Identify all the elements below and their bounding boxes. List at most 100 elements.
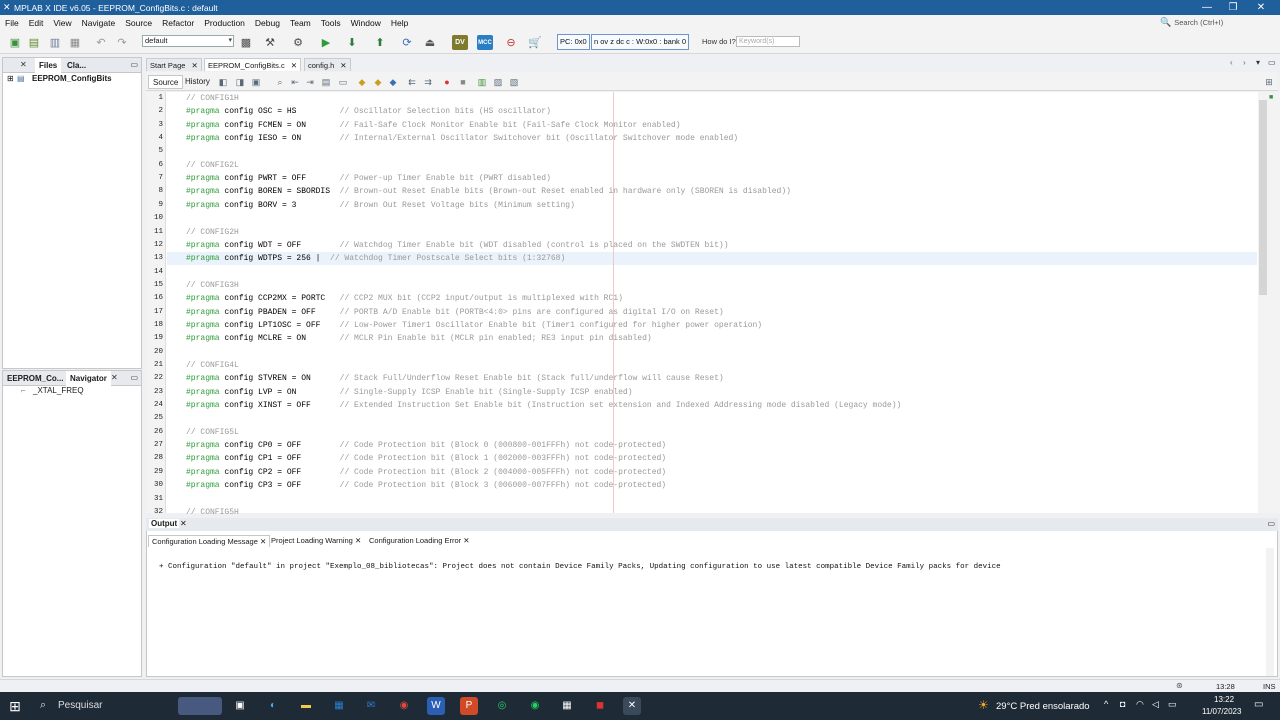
tab-history[interactable]: History (181, 75, 214, 89)
uncomment-icon[interactable]: ▧ (508, 76, 520, 88)
menu-item-edit[interactable]: Edit (24, 18, 49, 28)
wifi-icon[interactable]: ◠ (1136, 699, 1144, 710)
close-icon[interactable]: ✕ (20, 60, 27, 69)
menu-item-window[interactable]: Window (346, 18, 386, 28)
magnify-icon[interactable]: ⌕ (274, 76, 286, 88)
chevron-up-icon[interactable]: ^ (1104, 699, 1108, 709)
menu-item-navigate[interactable]: Navigate (77, 18, 121, 28)
dv-icon[interactable]: DV (452, 35, 468, 50)
menu-item-file[interactable]: File (0, 18, 24, 28)
output-scrollbar[interactable] (1266, 548, 1274, 676)
code-line[interactable]: #pragma config CP3 = OFF // Code Protect… (186, 479, 666, 492)
volume-icon[interactable]: ◁ (1152, 699, 1159, 710)
store-icon[interactable]: ▦ (330, 697, 348, 715)
next-bookmark-icon[interactable]: ◆ (372, 76, 384, 88)
new-file-icon[interactable]: ▤ (26, 35, 42, 50)
configuration-select[interactable]: default ▾ (142, 35, 234, 47)
chart-icon[interactable]: ▥ (476, 76, 488, 88)
powerpoint-icon[interactable]: P (460, 697, 478, 715)
whatsapp-icon[interactable]: ◎ (493, 697, 511, 715)
tab-config-loading-error[interactable]: Configuration Loading Error ✕ (366, 535, 473, 547)
mail-icon[interactable]: ✉ (362, 697, 380, 715)
clean-build-icon[interactable]: ⚙ (290, 35, 306, 50)
tab-start-page[interactable]: Start Page ✕ (146, 58, 202, 71)
code-line[interactable]: #pragma config CP2 = OFF // Code Protect… (186, 466, 666, 479)
code-line[interactable]: // CONFIG5L (186, 426, 239, 439)
chevron-left-icon[interactable]: ‹ (1230, 58, 1233, 67)
code-line[interactable]: #pragma config PBADEN = OFF // PORTB A/D… (186, 306, 724, 319)
tab-file-navigator[interactable]: EEPROM_Co... (3, 371, 67, 386)
code-line[interactable]: // CONFIG2H (186, 226, 239, 239)
chrome-icon[interactable]: ◉ (395, 697, 413, 715)
build-icon[interactable]: ⚒ (262, 35, 278, 50)
find-next-icon[interactable]: ⇥ (304, 76, 316, 88)
mplab-ipe-icon[interactable]: ◼ (591, 697, 609, 715)
windows-start-icon[interactable]: ⊞ (6, 697, 24, 715)
tab-project-loading-warning[interactable]: Project Loading Warning ✕ (268, 535, 364, 547)
code-line[interactable]: #pragma config XINST = OFF // Extended I… (186, 399, 901, 412)
back-icon[interactable]: ◨ (234, 76, 246, 88)
edge-icon[interactable]: ◐ (264, 697, 282, 715)
menu-item-view[interactable]: View (48, 18, 76, 28)
refresh-icon[interactable]: ⟳ (399, 35, 415, 50)
menu-item-tools[interactable]: Tools (316, 18, 346, 28)
save-all-icon[interactable]: ▦ (67, 35, 83, 50)
code-line[interactable]: #pragma config IESO = ON // Internal/Ext… (186, 132, 738, 145)
project-properties-icon[interactable]: ▩ (238, 35, 254, 50)
network-icon[interactable]: ◘ (1120, 699, 1125, 709)
code-line[interactable]: #pragma config LPT1OSC = OFF // Low-Powe… (186, 319, 762, 332)
tab-config-h[interactable]: config.h ✕ (304, 58, 351, 71)
code-line[interactable]: #pragma config FCMEN = ON // Fail-Safe C… (186, 119, 681, 132)
shift-right-icon[interactable]: ⇉ (422, 76, 434, 88)
search-icon[interactable]: ⌕ (40, 699, 46, 712)
mcc-icon[interactable]: MCC (477, 35, 493, 50)
cart-icon[interactable]: 🛒 (527, 35, 543, 50)
mplab-x-icon[interactable]: ✕ (623, 697, 641, 715)
code-line[interactable]: #pragma config CCP2MX = PORTC // CCP2 MU… (186, 292, 623, 305)
maximize-icon[interactable]: ▭ (1268, 58, 1276, 67)
code-line[interactable]: // CONFIG1H (186, 92, 239, 105)
output-title[interactable]: Output (149, 519, 180, 528)
shift-left-icon[interactable]: ⇇ (406, 76, 418, 88)
menu-item-help[interactable]: Help (386, 18, 413, 28)
minimize-panel-icon[interactable]: ▭ (1267, 519, 1275, 528)
code-line[interactable]: #pragma config STVREN = ON // Stack Full… (186, 372, 724, 385)
undo-icon[interactable]: ↶ (93, 35, 109, 50)
tab-files[interactable]: Files (35, 58, 62, 73)
close-icon[interactable]: ✕ (260, 537, 266, 546)
minimize-panel-icon[interactable]: ▭ (130, 60, 138, 69)
code-line[interactable]: // CONFIG3H (186, 279, 239, 292)
maximize-button[interactable]: ❐ (1220, 0, 1246, 15)
project-node[interactable]: EEPROM_ConfigBits (32, 74, 112, 83)
code-line[interactable]: #pragma config WDT = OFF // Watchdog Tim… (186, 239, 729, 252)
code-line[interactable]: #pragma config WDTPS = 256 | // Watchdog… (186, 252, 565, 265)
menu-item-team[interactable]: Team (285, 18, 316, 28)
word-icon[interactable]: W (427, 697, 445, 715)
new-project-icon[interactable]: ▣ (7, 35, 23, 50)
menu-item-production[interactable]: Production (199, 18, 250, 28)
code-line[interactable]: // CONFIG5H (186, 506, 239, 519)
hold-reset-icon[interactable]: ⏏ (422, 35, 438, 50)
program-device-icon[interactable]: ⬆ (372, 35, 388, 50)
chevron-down-icon[interactable]: ▾ (1256, 58, 1260, 67)
clock-date[interactable]: 11/07/2023 (1202, 707, 1241, 716)
close-icon[interactable]: ✕ (191, 61, 197, 70)
calculator-icon[interactable]: ▦ (558, 697, 576, 715)
close-icon[interactable]: ✕ (180, 519, 187, 528)
stop-macro-icon[interactable]: ■ (457, 76, 469, 88)
notifications-icon[interactable]: ▭ (1254, 699, 1263, 710)
code-line[interactable]: #pragma config CP0 = OFF // Code Protect… (186, 439, 666, 452)
close-icon[interactable]: ✕ (111, 373, 118, 382)
close-button[interactable]: ✕ (1248, 0, 1274, 15)
record-macro-icon[interactable]: ● (441, 76, 453, 88)
harmony-icon[interactable]: ⊖ (503, 35, 519, 50)
taskbar-search[interactable]: Pesquisar (58, 700, 102, 711)
comment-icon[interactable]: ▨ (492, 76, 504, 88)
minimize-button[interactable]: — (1194, 0, 1220, 15)
close-icon[interactable]: ✕ (355, 536, 361, 545)
code-line[interactable]: #pragma config BOREN = SBORDIS // Brown-… (186, 185, 791, 198)
battery-icon[interactable]: ▭ (1168, 699, 1177, 710)
close-icon[interactable]: ✕ (340, 61, 346, 70)
code-line[interactable]: #pragma config MCLRE = ON // MCLR Pin En… (186, 332, 652, 345)
menu-item-debug[interactable]: Debug (250, 18, 285, 28)
